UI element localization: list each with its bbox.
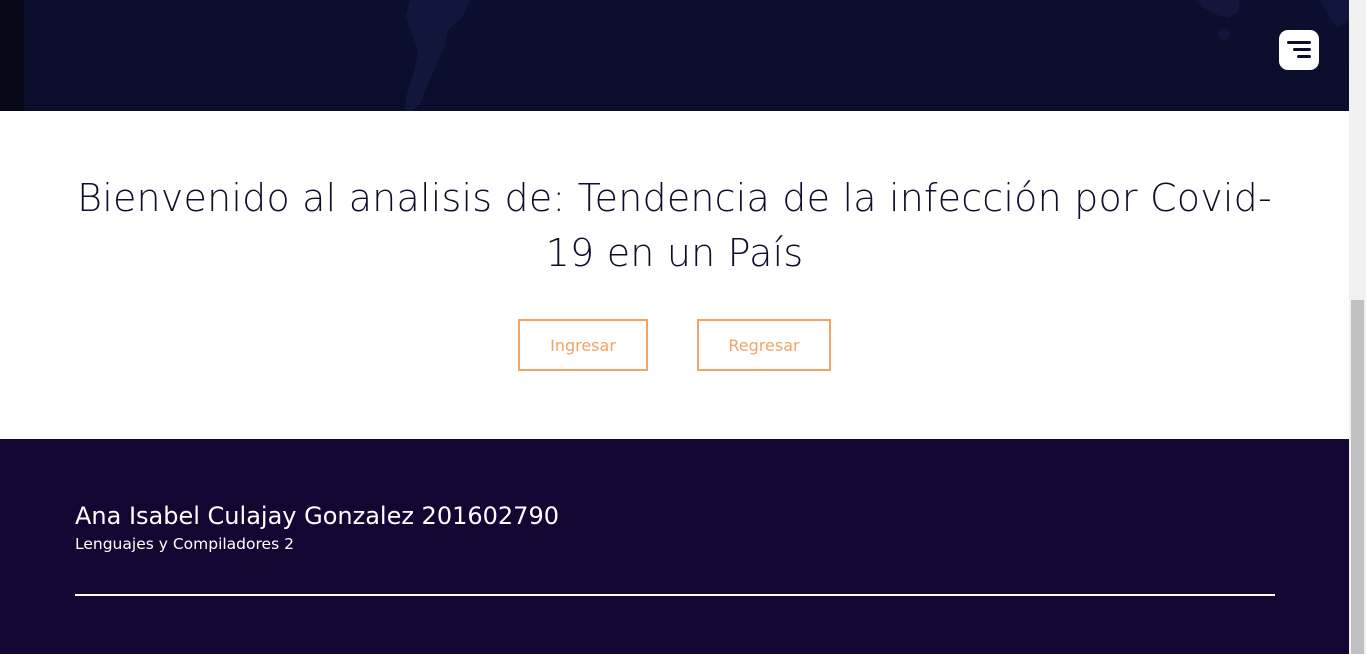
- page: Bienvenido al analisis de: Tendencia de …: [0, 0, 1349, 654]
- hamburger-bar: [1297, 55, 1311, 58]
- course-name: Lenguajes y Compiladores 2: [75, 535, 294, 553]
- hamburger-bar: [1293, 48, 1311, 51]
- scrollbar-thumb[interactable]: [1351, 300, 1364, 654]
- welcome-section: Bienvenido al analisis de: Tendencia de …: [0, 111, 1349, 439]
- ingresar-button[interactable]: Ingresar: [518, 319, 648, 371]
- page-title: Bienvenido al analisis de: Tendencia de …: [77, 176, 1272, 275]
- menu-button[interactable]: [1279, 30, 1319, 70]
- footer-divider: [75, 594, 1275, 596]
- author-name: Ana Isabel Culajay Gonzalez 201602790: [75, 502, 559, 530]
- hamburger-menu-icon: [1287, 41, 1311, 44]
- footer: Ana Isabel Culajay Gonzalez 201602790 Le…: [0, 439, 1349, 654]
- vertical-scrollbar[interactable]: [1349, 0, 1366, 654]
- world-map-background: [404, 0, 1349, 111]
- regresar-button[interactable]: Regresar: [697, 319, 831, 371]
- hero-banner: [0, 0, 1349, 111]
